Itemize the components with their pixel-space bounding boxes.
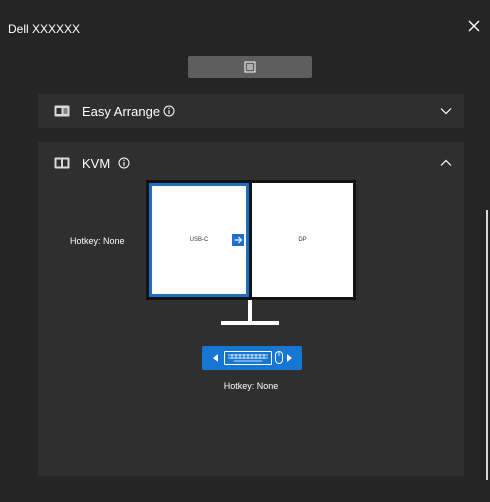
arrow-right-icon <box>234 236 242 244</box>
info-icon[interactable] <box>163 105 175 117</box>
caret-right-icon <box>286 354 292 362</box>
keyboard-icon <box>224 351 272 365</box>
kvm-header[interactable]: KVM <box>38 146 464 180</box>
window-title: Dell XXXXXX <box>8 22 81 36</box>
kvm-panel: KVM Hotkey: None USB-C DP Hotkey: None <box>38 142 464 476</box>
caret-left-icon <box>212 354 218 362</box>
switch-input-button[interactable] <box>232 234 244 246</box>
dp-label: DP <box>298 237 307 243</box>
previous-device-button[interactable] <box>208 346 222 370</box>
info-icon[interactable] <box>118 157 130 169</box>
usbc-label: USB-C <box>189 237 209 243</box>
monitor-preview: USB-C DP <box>146 180 356 300</box>
easy-arrange-header[interactable]: Easy Arrange <box>38 94 464 128</box>
hotkey-label: Hotkey: None <box>70 236 125 246</box>
kvm-icon <box>54 157 70 169</box>
monitor-stand-base <box>221 321 279 325</box>
close-icon <box>468 20 480 32</box>
scrollbar[interactable] <box>486 210 488 480</box>
easy-arrange-panel: Easy Arrange <box>38 94 464 128</box>
close-button[interactable] <box>464 16 484 36</box>
next-device-button[interactable] <box>282 346 296 370</box>
easy-arrange-title: Easy Arrange <box>82 103 161 119</box>
kvm-device-switch <box>202 346 302 370</box>
kvm-title: KVM <box>82 155 111 171</box>
easy-arrange-icon <box>54 105 70 117</box>
dp-screen[interactable]: DP <box>252 183 353 297</box>
menu-list-icon <box>244 61 256 73</box>
device-hotkey-label: Hotkey: None <box>223 381 279 391</box>
monitor-stand-neck <box>248 300 252 322</box>
chevron-up-icon[interactable] <box>440 159 452 167</box>
menu-button[interactable] <box>188 56 312 78</box>
chevron-down-icon[interactable] <box>440 107 452 115</box>
